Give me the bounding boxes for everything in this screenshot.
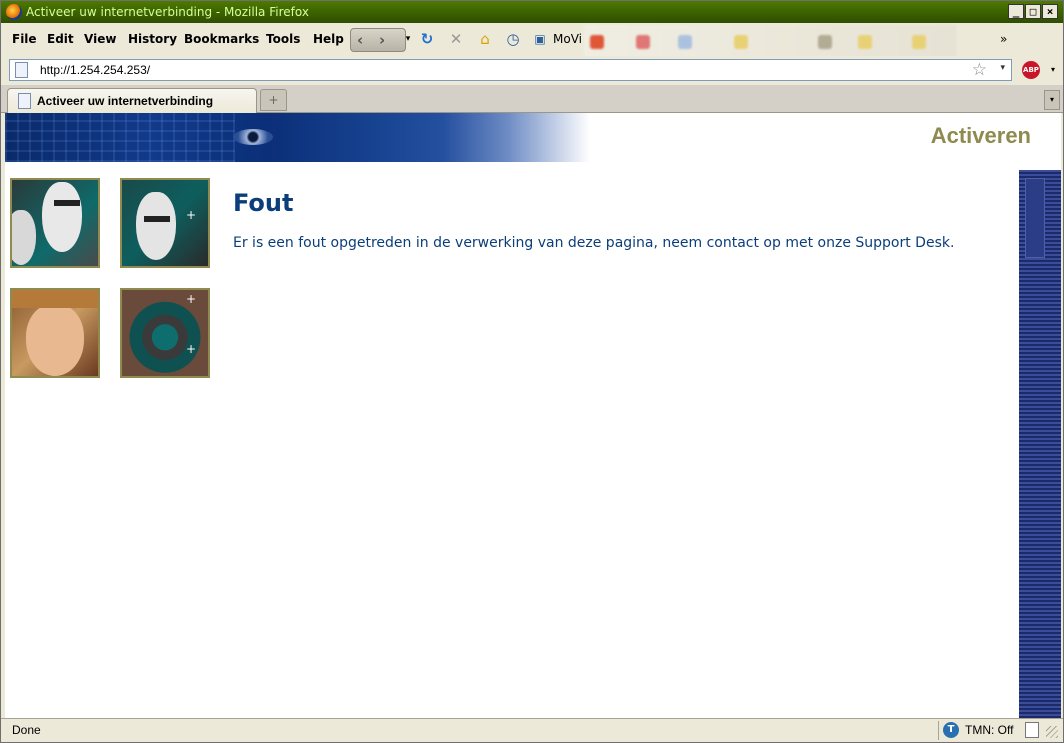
menu-bookmarks[interactable]: Bookmarks (184, 32, 259, 46)
menu-view[interactable]: View (84, 32, 116, 46)
tmn-indicator[interactable]: T TMN: Off (938, 721, 1018, 740)
menu-edit[interactable]: Edit (47, 32, 74, 46)
thumbnail-masks (10, 178, 100, 268)
tab-bar: Activeer uw internetverbinding + ▾ (1, 85, 1063, 113)
tmn-icon: T (943, 722, 959, 738)
star-icon[interactable]: ☆ (972, 60, 987, 80)
banner: Activeren (5, 113, 1061, 162)
bookmarks-overflow-chevron[interactable]: » (1000, 32, 1007, 46)
url-bar[interactable]: http://1.254.254.253/ ☆ ▾ (9, 59, 1012, 81)
url-text[interactable]: http://1.254.254.253/ (40, 63, 150, 77)
thumbnail-spiral: + + (120, 288, 210, 378)
thumbnail-girl (10, 288, 100, 378)
status-text: Done (12, 723, 41, 737)
menu-bar: File Edit View History Bookmarks Tools H… (1, 23, 1063, 61)
error-title: Fout (233, 189, 294, 217)
tmn-label: TMN: Off (965, 723, 1014, 737)
new-tab-icon[interactable]: + (260, 89, 287, 111)
page-icon (18, 93, 31, 109)
banner-heading: Activeren (930, 123, 1031, 148)
page-icon (15, 62, 28, 78)
url-dropdown-icon[interactable]: ▾ (1000, 63, 1005, 73)
page-content: Activeren + + + Fout Er is een fout opge… (5, 113, 1061, 718)
decorative-side-strip (1019, 170, 1061, 718)
bookmark-icon[interactable]: ▣ (531, 30, 549, 48)
thumbnail-mask-circuit: + (120, 178, 210, 268)
tab-activeer[interactable]: Activeer uw internetverbinding (7, 88, 257, 113)
home-icon[interactable]: ⌂ (476, 30, 494, 48)
adblock-icon[interactable]: ABP (1022, 61, 1040, 79)
close-button[interactable]: × (1042, 4, 1058, 19)
reload-icon[interactable]: ↻ (418, 30, 436, 48)
resize-grip[interactable] (1046, 726, 1058, 738)
error-message: Er is een fout opgetreden in de verwerki… (233, 235, 955, 251)
menu-tools[interactable]: Tools (266, 32, 300, 46)
adblock-dropdown-icon[interactable]: ▾ (1051, 65, 1055, 74)
browser-window: Activeer uw internetverbinding - Mozilla… (0, 0, 1064, 743)
window-title: Activeer uw internetverbinding - Mozilla… (26, 5, 309, 19)
status-bar: Done T TMN: Off (1, 718, 1063, 742)
tab-label: Activeer uw internetverbinding (37, 94, 214, 108)
back-forward-group: ‹ › (350, 28, 406, 52)
title-bar: Activeer uw internetverbinding - Mozilla… (1, 1, 1063, 23)
menu-help[interactable]: Help (313, 32, 344, 46)
banner-image (5, 113, 590, 162)
eye-graphic (233, 129, 273, 145)
firefox-icon (6, 4, 22, 20)
maximize-button[interactable]: □ (1025, 4, 1041, 19)
history-icon[interactable]: ◷ (504, 30, 522, 48)
forward-icon[interactable]: › (379, 31, 385, 49)
minimize-button[interactable]: _ (1008, 4, 1024, 19)
tab-list-icon[interactable]: ▾ (1044, 90, 1060, 110)
menu-history[interactable]: History (128, 32, 177, 46)
stop-icon[interactable]: ✕ (447, 30, 465, 48)
history-dropdown-icon[interactable]: ▾ (399, 30, 417, 48)
menu-file[interactable]: File (12, 32, 37, 46)
status-page-icon[interactable] (1025, 722, 1039, 738)
back-icon[interactable]: ‹ (357, 31, 363, 49)
navigation-bar: http://1.254.254.253/ ☆ ▾ ABP ▾ (1, 56, 1063, 85)
bookmark-movi[interactable]: MoVi (553, 32, 582, 46)
